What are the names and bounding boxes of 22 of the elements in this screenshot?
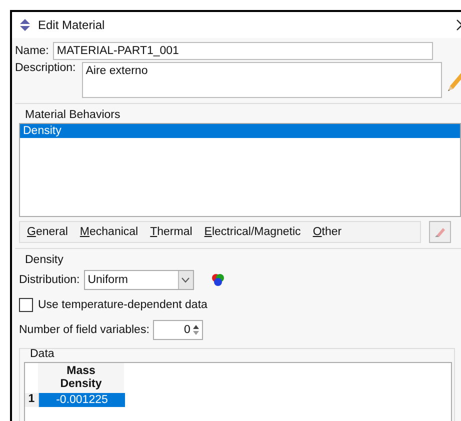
distribution-label: Distribution: [19, 274, 80, 286]
table-cell[interactable]: -0.001225 [39, 393, 125, 407]
menu-item[interactable]: Electrical/Magnetic [204, 226, 301, 238]
menu-item[interactable]: Mechanical [80, 226, 138, 238]
window-title: Edit Material [38, 18, 106, 32]
description-field[interactable]: Aire externo [82, 62, 442, 98]
name-label: Name: [15, 45, 49, 57]
menu-item[interactable]: General [27, 226, 68, 238]
distribution-dropdown[interactable]: Uniform [84, 270, 194, 290]
group-title: Data [30, 348, 56, 360]
menu-item[interactable]: Other [312, 226, 342, 238]
temperature-checkbox[interactable]: Use temperature-dependent data [19, 298, 461, 312]
column-header: Mass Density [38, 363, 124, 393]
menu-item[interactable]: Thermal [150, 226, 192, 238]
group-title: Material Behaviors [25, 109, 122, 121]
list-item[interactable]: Density [20, 124, 460, 138]
field-variables-label: Number of field variables: [19, 324, 150, 336]
name-field[interactable]: MATERIAL-PART1_001 [52, 42, 433, 60]
description-label: Description: [15, 62, 76, 74]
field-variables-spinbox[interactable]: 0 [153, 320, 204, 340]
group-title: Density [25, 254, 64, 266]
row-number: 1 [25, 393, 39, 407]
